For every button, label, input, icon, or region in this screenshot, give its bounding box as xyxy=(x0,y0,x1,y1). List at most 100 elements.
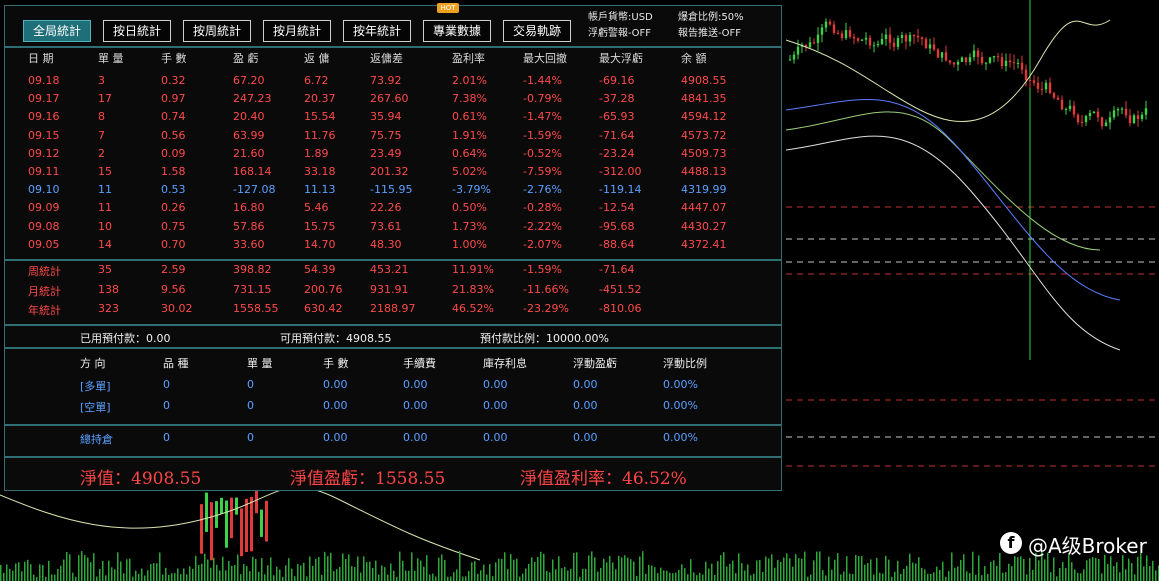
table-cell: -2.22% xyxy=(523,219,562,233)
table-cell: 9.56 xyxy=(161,282,186,296)
table-cell: -0.52% xyxy=(523,146,562,160)
table-cell: 周統計 xyxy=(28,265,61,278)
table-cell: 22.26 xyxy=(370,201,402,215)
table-cell: -1.59% xyxy=(523,263,562,276)
column-header[interactable]: 單 量 xyxy=(98,50,124,66)
table-cell: 0.00% xyxy=(663,431,698,444)
table-cell: 0.00 xyxy=(403,431,428,444)
table-cell: 0.00 xyxy=(573,399,598,412)
table-cell: 2.01% xyxy=(452,74,487,87)
column-header[interactable]: 返 傭 xyxy=(304,50,330,66)
tab-pro-data[interactable]: 專業數據 xyxy=(423,20,491,42)
table-cell: 2188.97 xyxy=(370,302,416,315)
table-cell: 0.00 xyxy=(403,378,428,391)
table-cell: 0.53 xyxy=(161,183,186,197)
column-header[interactable]: 日 期 xyxy=(28,50,54,66)
table-cell: 0.56 xyxy=(161,128,186,142)
table-cell: -37.28 xyxy=(599,92,635,106)
table-cell: 4594.12 xyxy=(681,110,727,124)
table-cell: 1558.55 xyxy=(233,302,279,315)
table-cell: 0 xyxy=(163,378,170,391)
table-cell: 總持倉 xyxy=(80,433,113,446)
divider xyxy=(5,324,781,326)
column-header[interactable]: 最大回撤 xyxy=(523,50,567,66)
table-cell: 931.91 xyxy=(370,282,409,296)
table-cell: -1.47% xyxy=(523,110,562,124)
table-cell: 09.17 xyxy=(28,92,60,106)
table-cell: -1.44% xyxy=(523,74,562,87)
table-cell: -71.64 xyxy=(599,128,635,142)
column-header: 浮動比例 xyxy=(663,357,707,370)
table-cell: 09.09 xyxy=(28,201,60,215)
table-cell: 21.83% xyxy=(452,282,494,296)
column-header[interactable]: 余 額 xyxy=(681,50,707,66)
table-cell: 0 xyxy=(247,399,254,412)
table-cell: -69.16 xyxy=(599,74,635,87)
report-push-toggle[interactable]: 報告推送-OFF xyxy=(678,28,741,40)
table-cell: 11.76 xyxy=(304,128,336,142)
table-cell: 10 xyxy=(98,219,112,233)
table-cell: 4319.99 xyxy=(681,183,727,197)
table-cell: 35 xyxy=(98,263,112,276)
tab-weekly-stats[interactable]: 按周統計 xyxy=(183,20,251,42)
table-cell: 0 xyxy=(247,431,254,444)
table-cell: 0 xyxy=(247,378,254,391)
tab-trade-track[interactable]: 交易軌跡 xyxy=(503,20,571,42)
tab-monthly-stats[interactable]: 按月統計 xyxy=(263,20,331,42)
divider xyxy=(5,424,781,426)
divider xyxy=(5,456,781,458)
column-header[interactable]: 盈 虧 xyxy=(233,50,259,66)
table-cell: -88.64 xyxy=(599,237,635,251)
table-cell[interactable]: [空單] xyxy=(80,399,111,415)
table-cell: -71.64 xyxy=(599,263,635,276)
table-cell: 731.15 xyxy=(233,282,272,296)
table-cell: 0.26 xyxy=(161,201,186,215)
table-cell: 09.18 xyxy=(28,74,60,87)
column-header[interactable]: 返傭差 xyxy=(370,50,403,66)
margin-call-ratio: 爆倉比例:50% xyxy=(678,12,744,23)
table-cell: 0.50% xyxy=(452,201,487,215)
table-cell: 15 xyxy=(98,165,112,178)
table-cell: -312.00 xyxy=(599,165,642,178)
table-cell: 4841.35 xyxy=(681,92,727,106)
float-loss-alarm[interactable]: 浮虧警報-OFF xyxy=(588,28,651,40)
table-cell: 6.72 xyxy=(304,74,329,87)
table-cell: 48.30 xyxy=(370,237,402,251)
column-header[interactable]: 手 數 xyxy=(161,50,187,66)
table-cell: -3.79% xyxy=(452,183,491,197)
table-cell: 09.08 xyxy=(28,219,60,233)
table-cell: -451.52 xyxy=(599,282,642,296)
table-cell: 73.61 xyxy=(370,219,402,233)
tab-daily-stats[interactable]: 按日統計 xyxy=(103,20,171,42)
table-cell: 5.02% xyxy=(452,165,487,178)
table-cell: 8 xyxy=(98,110,105,124)
column-header[interactable]: 最大浮虧 xyxy=(599,50,643,66)
watermark-text: @A级Broker xyxy=(1028,534,1147,558)
tab-global-stats[interactable]: 全局統計 xyxy=(23,20,91,42)
table-cell: 5.46 xyxy=(304,201,329,215)
table-cell: 4447.07 xyxy=(681,201,727,215)
table-cell: -0.28% xyxy=(523,201,562,215)
table-cell: 200.76 xyxy=(304,282,343,296)
table-cell: -12.54 xyxy=(599,201,635,215)
table-cell: -2.76% xyxy=(523,183,562,197)
table-cell: 0.00 xyxy=(483,378,508,391)
column-header[interactable]: 盈利率 xyxy=(452,50,485,66)
table-cell: 09.05 xyxy=(28,237,60,251)
column-header: 方 向 xyxy=(80,357,106,370)
tab-bar: 全局統計 按日統計 按周統計 按月統計 按年統計 專業數據 HOT 交易軌跡 帳… xyxy=(5,3,781,48)
table-cell: 453.21 xyxy=(370,263,409,276)
column-header: 單 量 xyxy=(247,357,273,370)
table-cell: 168.14 xyxy=(233,165,272,178)
tab-yearly-stats[interactable]: 按年統計 xyxy=(343,20,411,42)
table-cell: 0.00% xyxy=(663,399,698,412)
table-cell: 11 xyxy=(98,201,112,215)
table-cell: 7 xyxy=(98,128,105,142)
table-cell: 16.80 xyxy=(233,201,265,215)
column-header: 浮動盈虧 xyxy=(573,357,617,370)
table-cell: 247.23 xyxy=(233,92,272,106)
table-cell: 201.32 xyxy=(370,165,409,178)
table-cell: 3 xyxy=(98,74,105,87)
equity-profit-loss: 淨值盈虧：1558.55 xyxy=(290,469,446,489)
table-cell[interactable]: [多單] xyxy=(80,378,111,394)
